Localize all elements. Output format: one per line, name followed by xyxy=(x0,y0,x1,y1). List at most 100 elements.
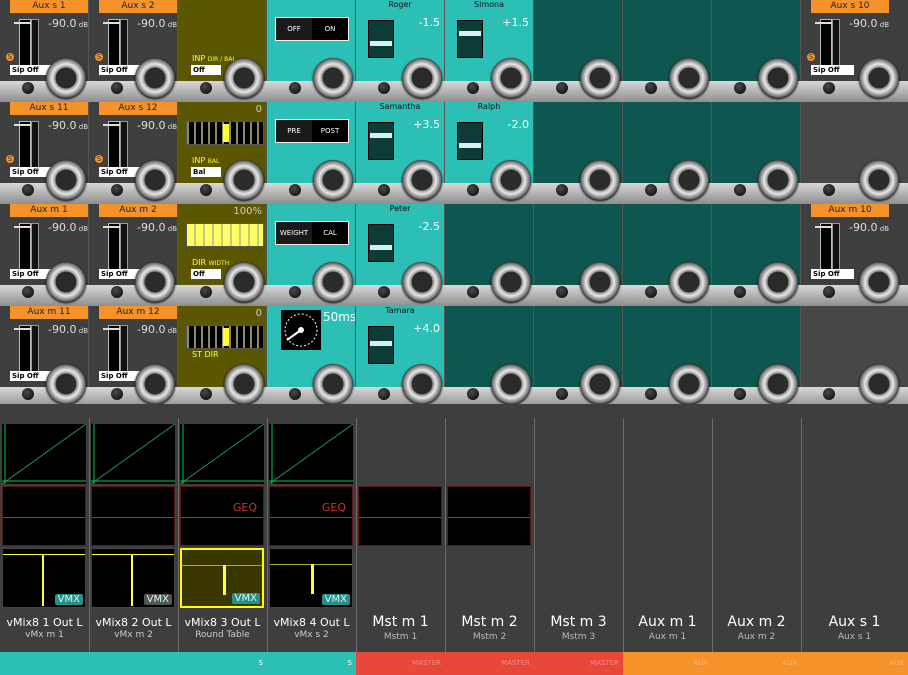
dynamics-graph[interactable] xyxy=(91,424,175,484)
rotary-knob[interactable] xyxy=(313,364,353,404)
rotary-knob[interactable] xyxy=(491,364,531,404)
input-strip[interactable]: VMX vMix8 1 Out L vMx m 1 xyxy=(0,418,90,652)
footer-tab[interactable]: S xyxy=(267,652,356,675)
rotary-knob[interactable] xyxy=(859,262,899,302)
rotary-knob[interactable] xyxy=(669,58,709,98)
pan-slider[interactable] xyxy=(368,20,394,58)
rotary-knob[interactable] xyxy=(402,262,442,302)
solo-icon[interactable]: S xyxy=(6,53,14,61)
geq-panel[interactable] xyxy=(2,486,86,546)
input-strip[interactable]: GEQ VMX vMix8 3 Out L Round Table xyxy=(178,418,268,652)
rotary-knob[interactable] xyxy=(135,364,175,404)
dynamics-graph[interactable] xyxy=(269,424,353,484)
width-meter[interactable] xyxy=(186,223,264,247)
fader[interactable] xyxy=(103,19,125,66)
sip-button[interactable]: Sip Off xyxy=(811,65,854,75)
off-on-toggle[interactable]: OFF ON xyxy=(275,17,349,41)
fader[interactable] xyxy=(103,223,125,270)
dynamics-graph[interactable] xyxy=(180,424,264,484)
aux-strip[interactable]: Aux m 2 Aux m 2 xyxy=(712,418,802,652)
fader[interactable] xyxy=(14,223,36,270)
pan-slider[interactable] xyxy=(368,326,394,364)
rotary-knob[interactable] xyxy=(46,262,86,302)
dynamics-graph[interactable] xyxy=(2,424,86,484)
rotary-knob[interactable] xyxy=(758,58,798,98)
fader[interactable] xyxy=(815,223,837,270)
rotary-knob[interactable] xyxy=(46,58,86,98)
rotary-knob[interactable] xyxy=(224,262,264,302)
master-strip[interactable]: Mst m 2 Mstm 2 xyxy=(445,418,535,652)
weight-cal-toggle[interactable]: WEIGHT CAL xyxy=(275,221,349,245)
geq-panel[interactable]: GEQ xyxy=(180,486,264,546)
geq-panel[interactable]: GEQ xyxy=(269,486,353,546)
fader[interactable] xyxy=(815,19,837,66)
rotary-knob[interactable] xyxy=(135,262,175,302)
aux-strip[interactable]: Aux s 1 Aux s 1 xyxy=(801,418,908,652)
fader[interactable] xyxy=(14,121,36,168)
rotary-knob[interactable] xyxy=(669,262,709,302)
solo-icon[interactable]: S xyxy=(95,53,103,61)
input-strip[interactable]: VMX vMix8 2 Out L vMx m 2 xyxy=(89,418,179,652)
rotary-knob[interactable] xyxy=(580,160,620,200)
fader[interactable] xyxy=(14,325,36,372)
pan-slider[interactable] xyxy=(457,20,483,58)
rotary-knob[interactable] xyxy=(46,364,86,404)
footer-tab[interactable] xyxy=(0,652,89,675)
rotary-knob[interactable] xyxy=(758,364,798,404)
fader[interactable] xyxy=(103,121,125,168)
rotary-knob[interactable] xyxy=(313,160,353,200)
fader[interactable] xyxy=(103,325,125,372)
fader[interactable] xyxy=(14,19,36,66)
footer-tab[interactable]: MASTER xyxy=(534,652,623,675)
geq-panel[interactable] xyxy=(91,486,175,546)
balance-meter[interactable] xyxy=(186,121,264,145)
footer-tab[interactable]: S xyxy=(178,652,267,675)
rotary-knob[interactable] xyxy=(135,160,175,200)
rotary-knob[interactable] xyxy=(135,58,175,98)
inp-select[interactable]: Bal xyxy=(191,167,221,177)
rotary-knob[interactable] xyxy=(491,262,531,302)
rotary-knob[interactable] xyxy=(402,364,442,404)
rotary-knob[interactable] xyxy=(580,58,620,98)
solo-icon[interactable]: S xyxy=(807,53,815,61)
rotary-knob[interactable] xyxy=(758,262,798,302)
footer-tab[interactable]: MASTER xyxy=(445,652,534,675)
rotary-knob[interactable] xyxy=(859,364,899,404)
footer-tab[interactable]: AUX xyxy=(623,652,712,675)
gate-panel[interactable]: VMX xyxy=(91,548,175,608)
pan-slider[interactable] xyxy=(368,224,394,262)
dir-select[interactable]: Off xyxy=(191,269,221,279)
rotary-knob[interactable] xyxy=(580,364,620,404)
pan-slider[interactable] xyxy=(368,122,394,160)
rotary-knob[interactable] xyxy=(313,58,353,98)
aux-strip[interactable]: Aux m 1 Aux m 1 xyxy=(623,418,713,652)
rotary-knob[interactable] xyxy=(669,160,709,200)
rotary-knob[interactable] xyxy=(402,58,442,98)
rotary-knob[interactable] xyxy=(669,364,709,404)
geq-panel[interactable] xyxy=(447,486,531,546)
solo-icon[interactable]: S xyxy=(95,155,103,163)
rotary-knob[interactable] xyxy=(224,58,264,98)
rotary-knob[interactable] xyxy=(758,160,798,200)
input-strip[interactable]: GEQ VMX vMix8 4 Out L vMx s 2 xyxy=(267,418,357,652)
footer-tab[interactable] xyxy=(89,652,178,675)
rotary-knob[interactable] xyxy=(224,364,264,404)
st-dir-meter[interactable] xyxy=(186,325,264,349)
geq-panel[interactable] xyxy=(358,486,442,546)
rotary-knob[interactable] xyxy=(491,58,531,98)
rotary-knob[interactable] xyxy=(402,160,442,200)
footer-tab[interactable]: AUX xyxy=(801,652,908,675)
rotary-knob[interactable] xyxy=(859,58,899,98)
pre-post-toggle[interactable]: PRE POST xyxy=(275,119,349,143)
rotary-knob[interactable] xyxy=(580,262,620,302)
rotary-knob[interactable] xyxy=(491,160,531,200)
inp-select[interactable]: Off xyxy=(191,65,221,75)
rotary-knob[interactable] xyxy=(46,160,86,200)
sip-button[interactable]: Sip Off xyxy=(811,269,854,279)
gate-panel-selected[interactable]: VMX xyxy=(180,548,264,608)
solo-icon[interactable]: S xyxy=(6,155,14,163)
footer-tab[interactable]: MASTER xyxy=(356,652,445,675)
master-strip[interactable]: Mst m 3 Mstm 3 xyxy=(534,418,624,652)
rotary-knob[interactable] xyxy=(313,262,353,302)
gate-panel[interactable]: VMX xyxy=(269,548,353,608)
